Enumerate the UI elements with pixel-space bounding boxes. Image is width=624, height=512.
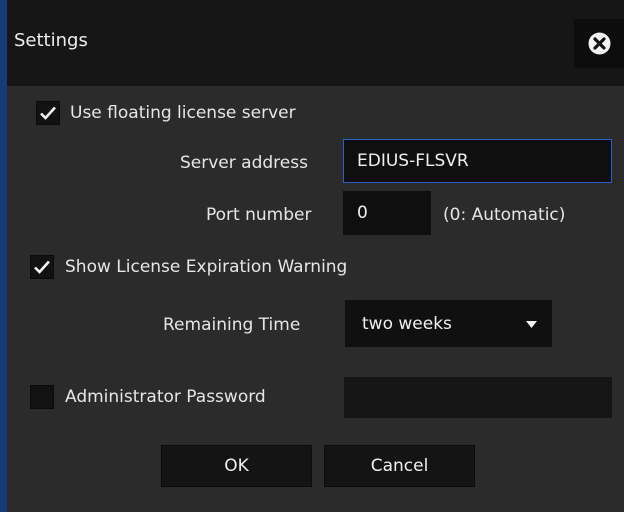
remaining-time-value: two weeks	[362, 314, 452, 334]
remaining-time-select[interactable]: two weeks	[345, 300, 552, 347]
administrator-password-label: Administrator Password	[65, 387, 266, 407]
checkmark-icon	[34, 260, 50, 274]
checkmark-icon	[40, 106, 56, 120]
use-floating-license-label: Use floating license server	[70, 103, 296, 123]
title-bar: Settings	[7, 0, 624, 86]
administrator-password-input[interactable]	[344, 377, 612, 418]
port-hint-text: (0: Automatic)	[443, 205, 566, 225]
chevron-down-icon	[526, 321, 537, 328]
settings-dialog: Settings Use floating license server Ser…	[7, 0, 624, 512]
ok-button[interactable]: OK	[161, 445, 312, 487]
close-icon	[588, 32, 611, 55]
show-expiration-warning-label: Show License Expiration Warning	[65, 257, 348, 277]
close-button[interactable]	[574, 19, 624, 68]
remaining-time-label: Remaining Time	[163, 315, 301, 335]
administrator-password-checkbox[interactable]	[30, 385, 54, 409]
dialog-title: Settings	[14, 30, 88, 51]
server-address-input[interactable]	[343, 139, 612, 183]
use-floating-license-checkbox[interactable]	[36, 101, 60, 125]
port-number-label: Port number	[206, 205, 312, 225]
port-number-input[interactable]	[343, 191, 431, 235]
cancel-button[interactable]: Cancel	[324, 445, 475, 487]
server-address-label: Server address	[180, 153, 308, 173]
show-expiration-warning-checkbox[interactable]	[30, 255, 54, 279]
